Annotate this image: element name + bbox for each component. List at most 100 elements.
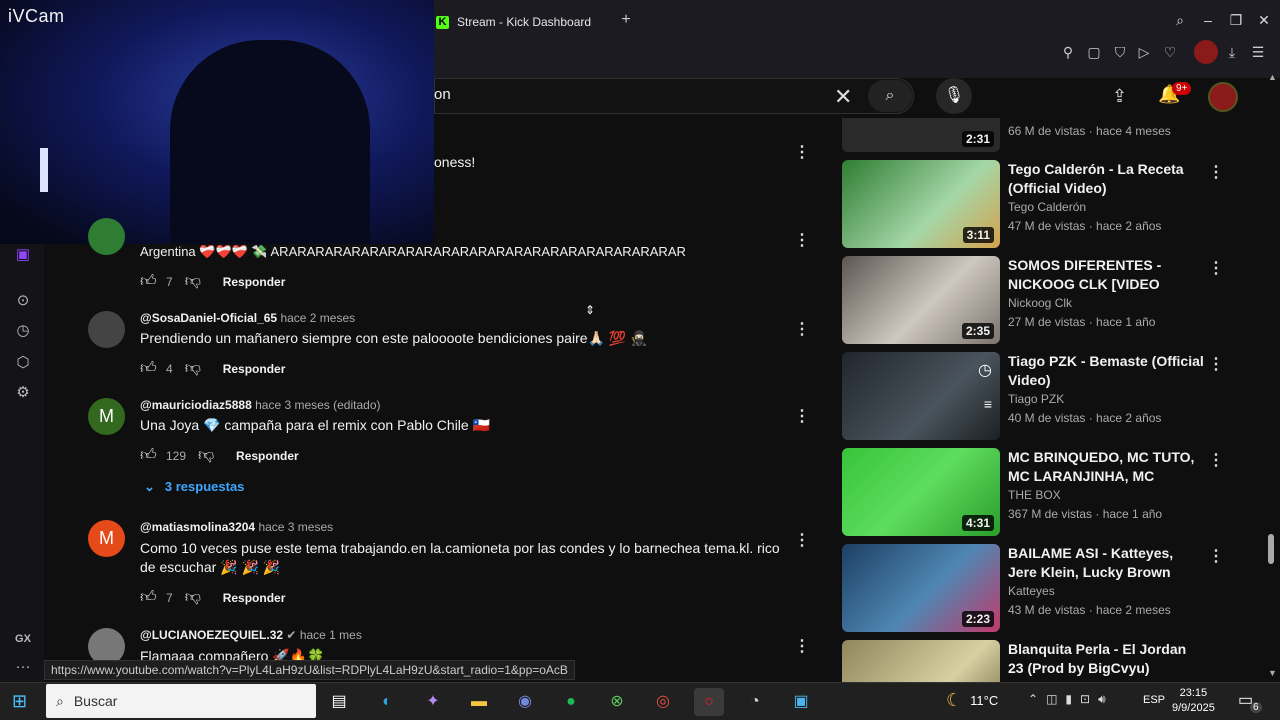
video-item[interactable]: ◷ ≡ Tiago PZK - Bemaste (Official Video) …	[842, 352, 1224, 442]
profile-avatar-icon[interactable]	[1194, 40, 1218, 64]
video-title[interactable]: MC BRINQUEDO, MC TUTO, MC LARANJINHA, MC…	[1008, 448, 1204, 486]
comment-menu-icon[interactable]: ⋮	[794, 142, 810, 162]
comment-avatar[interactable]: M	[88, 520, 125, 557]
settings-icon[interactable]: ⚙	[12, 382, 34, 404]
microphone-icon[interactable]: 🎙	[936, 78, 972, 114]
gx-label[interactable]: GX	[12, 628, 34, 650]
network-icon[interactable]: ⊡	[1080, 692, 1090, 707]
new-tab-button[interactable]: +	[618, 12, 634, 28]
video-menu-icon[interactable]: ⋮	[1208, 258, 1224, 278]
video-menu-icon[interactable]: ⋮	[1208, 354, 1224, 374]
youtube-avatar[interactable]	[1208, 82, 1238, 112]
video-channel[interactable]: Tiago PZK	[1008, 392, 1064, 406]
video-item[interactable]: Blanquita Perla - El Jordan 23 (Prod by …	[842, 640, 1202, 682]
more-icon[interactable]: ···	[12, 656, 34, 678]
like-icon[interactable]: 👍︎	[140, 446, 162, 465]
video-item[interactable]: 2:31 66 M de vistas · hace 4 meses	[842, 118, 1202, 152]
obs-icon[interactable]: ◔	[740, 688, 770, 716]
dislike-icon[interactable]: 👎︎	[185, 272, 207, 291]
file-explorer-icon[interactable]: ▬	[464, 688, 494, 716]
video-channel[interactable]: THE BOX	[1008, 488, 1061, 502]
reply-button[interactable]: Responder	[223, 591, 286, 605]
comment-menu-icon[interactable]: ⋮	[794, 530, 810, 550]
video-thumbnail[interactable]: 2:35	[842, 256, 1000, 344]
like-icon[interactable]: 👍︎	[140, 272, 162, 291]
shield-icon[interactable]: ⛉	[1110, 44, 1130, 61]
video-item[interactable]: 2:35 SOMOS DIFERENTES - NICKOOG CLK [VID…	[842, 256, 1224, 346]
scroll-down-icon[interactable]: ▼	[1268, 668, 1277, 678]
comment-menu-icon[interactable]: ⋮	[794, 636, 808, 656]
replies-toggle[interactable]: ⌄ 3 respuestas	[144, 479, 244, 495]
video-thumbnail[interactable]	[842, 640, 1000, 682]
comment-avatar[interactable]	[88, 218, 125, 255]
tray-app-icon[interactable]: ◫	[1046, 692, 1057, 707]
video-title[interactable]: Tego Calderón - La Receta (Official Vide…	[1008, 160, 1204, 198]
menu-icon[interactable]: ☰	[1248, 44, 1268, 61]
browser-tab[interactable]: K Stream - Kick Dashboard	[436, 8, 591, 36]
add-to-queue-icon[interactable]: ≡	[984, 396, 992, 412]
video-title[interactable]: BAILAME ASI - Katteyes, Jere Klein, Luck…	[1008, 544, 1204, 582]
video-channel[interactable]: Nickoog Clk	[1008, 296, 1072, 310]
windows-start-icon[interactable]: ⊞	[12, 691, 27, 712]
comment-menu-icon[interactable]: ⋮	[794, 230, 810, 250]
comment-avatar[interactable]	[88, 311, 125, 348]
close-window-icon[interactable]: ✕	[1254, 12, 1274, 29]
comment-author[interactable]: @SosaDaniel-Oficial_65	[140, 311, 277, 325]
screenshot-icon[interactable]: ▢	[1084, 44, 1104, 61]
dislike-icon[interactable]: 👎︎	[198, 446, 220, 465]
search-tabs-icon[interactable]: ⌕	[1170, 12, 1190, 29]
dislike-icon[interactable]: 👎︎	[185, 359, 207, 378]
video-title[interactable]: Tiago PZK - Bemaste (Official Video)	[1008, 352, 1204, 390]
taskbar-search[interactable]: ⌕ Buscar	[46, 684, 316, 718]
video-item[interactable]: 2:23 BAILAME ASI - Katteyes, Jere Klein,…	[842, 544, 1224, 634]
reply-button[interactable]: Responder	[236, 449, 299, 463]
heart-icon[interactable]: ♡	[1160, 44, 1180, 61]
video-item[interactable]: 3:11 Tego Calderón - La Receta (Official…	[842, 160, 1224, 250]
microphone-icon[interactable]: ▮	[1065, 692, 1072, 707]
language-indicator[interactable]: ESP	[1143, 694, 1165, 706]
xbox-icon[interactable]: ⊗	[602, 688, 632, 716]
watch-later-icon[interactable]: ◷	[978, 360, 992, 380]
weather-widget[interactable]: ☾ 11°C	[946, 690, 998, 711]
upload-icon[interactable]: ⇪	[1112, 86, 1127, 107]
comment-menu-icon[interactable]: ⋮	[794, 406, 810, 426]
copilot-icon[interactable]: ✦	[418, 688, 448, 716]
reply-button[interactable]: Responder	[223, 362, 286, 376]
opera-gx-icon[interactable]: ○	[694, 688, 724, 716]
volume-icon[interactable]: 🔊︎	[1098, 692, 1106, 707]
spotify-icon[interactable]: ●	[556, 688, 586, 716]
task-view-icon[interactable]: ▤	[324, 688, 354, 716]
video-thumbnail[interactable]: 4:31	[842, 448, 1000, 536]
video-menu-icon[interactable]: ⋮	[1208, 546, 1224, 566]
scrollbar-thumb[interactable]	[1268, 534, 1274, 564]
download-icon[interactable]: ⤓	[1222, 44, 1242, 61]
comment-author[interactable]: @mauriciodiaz5888	[140, 398, 252, 412]
taskbar-search-input[interactable]: Buscar	[74, 693, 118, 709]
extensions-icon[interactable]: ⬡	[12, 352, 34, 374]
video-title[interactable]: Blanquita Perla - El Jordan 23 (Prod by …	[1008, 640, 1202, 682]
search-icon[interactable]: ⌕	[868, 80, 912, 112]
like-icon[interactable]: 👍︎	[140, 359, 162, 378]
video-thumbnail[interactable]: ◷ ≡	[842, 352, 1000, 440]
dislike-icon[interactable]: 👎︎	[185, 588, 207, 607]
video-title[interactable]: SOMOS DIFERENTES - NICKOOG CLK [VIDEO OF…	[1008, 256, 1204, 294]
video-item[interactable]: 4:31 MC BRINQUEDO, MC TUTO, MC LARANJINH…	[842, 448, 1224, 538]
video-thumbnail[interactable]: 2:31	[842, 118, 1000, 152]
search-input[interactable]: on	[434, 86, 451, 103]
clock[interactable]: 23:15 9/9/2025	[1172, 686, 1215, 716]
comment-author[interactable]: @LUCIANOEZEQUIEL.32	[140, 628, 283, 642]
tray-chevron-icon[interactable]: ⌃	[1028, 692, 1038, 707]
comment-avatar[interactable]: M	[88, 398, 125, 435]
ivcam-icon[interactable]: ▣	[786, 688, 816, 716]
pin-icon[interactable]: ⚲	[1058, 44, 1078, 61]
edge-icon[interactable]: ◐	[372, 688, 402, 716]
video-menu-icon[interactable]: ⋮	[1208, 162, 1224, 182]
video-channel[interactable]: Tego Calderón	[1008, 200, 1086, 214]
clear-search-icon[interactable]: ✕	[834, 84, 852, 110]
minimize-icon[interactable]: –	[1198, 12, 1218, 28]
like-icon[interactable]: 👍︎	[140, 588, 162, 607]
reply-button[interactable]: Responder	[223, 275, 286, 289]
comment-menu-icon[interactable]: ⋮	[794, 319, 810, 339]
video-thumbnail[interactable]: 3:11	[842, 160, 1000, 248]
comment-avatar[interactable]	[88, 628, 125, 660]
